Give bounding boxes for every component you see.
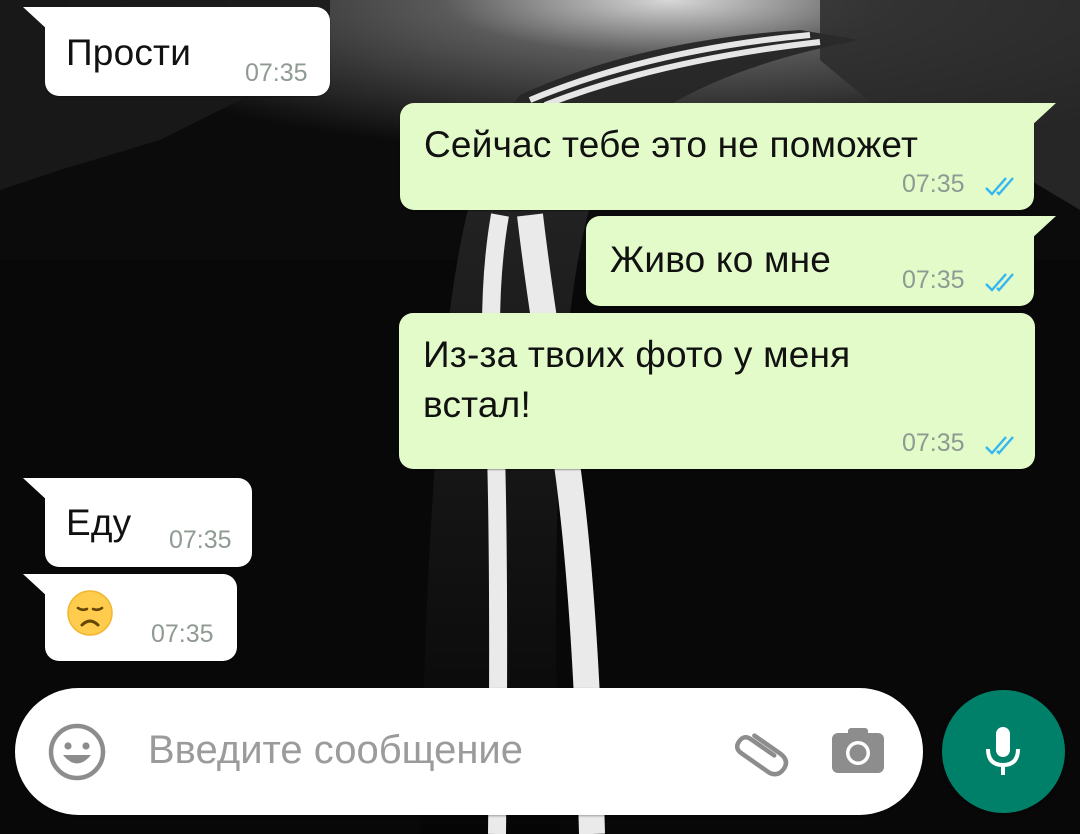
message-text: Прости [66,32,192,73]
message-time: 07:35 [902,429,965,457]
bubble-tail [1030,103,1056,127]
incoming-message[interactable]: Прости 07:35 [23,7,330,96]
message-text: Сейчас тебе это не поможет [424,124,919,165]
message-text-line-1: Из-за твоих фото у меня [423,334,851,375]
emoji-icon[interactable] [47,722,107,782]
outgoing-message[interactable]: Живо ко мне 07:35 [586,216,1056,306]
read-ticks-icon [985,273,1014,292]
bubble-tail [1030,216,1056,240]
disappointed-face-emoji [67,590,113,636]
message-text-line-2: встал! [423,384,531,425]
message-input-bar[interactable]: Введите сообщение [15,688,923,815]
message-time: 07:35 [169,526,232,554]
message-time: 07:35 [245,59,308,87]
outgoing-message[interactable]: Из-за твоих фото у меня встал! 07:35 [399,313,1035,469]
microphone-icon [986,727,1020,775]
outgoing-message[interactable]: Сейчас тебе это не поможет 07:35 [400,103,1056,210]
message-time: 07:35 [902,170,965,198]
camera-icon[interactable] [828,721,888,781]
bubble-tail [23,7,49,31]
microphone-button[interactable] [942,690,1065,813]
message-input[interactable]: Введите сообщение [148,728,523,773]
bubble-tail [23,574,49,598]
message-time: 07:35 [151,620,214,648]
incoming-message[interactable]: 07:35 [23,574,237,661]
read-ticks-icon [985,177,1014,196]
read-ticks-icon [985,436,1014,455]
message-time: 07:35 [902,266,965,294]
paperclip-icon[interactable] [727,718,791,782]
incoming-message[interactable]: Еду 07:35 [23,478,252,567]
message-text: Живо ко мне [610,239,832,280]
message-text: Еду [66,502,132,543]
bubble-tail [23,478,49,502]
